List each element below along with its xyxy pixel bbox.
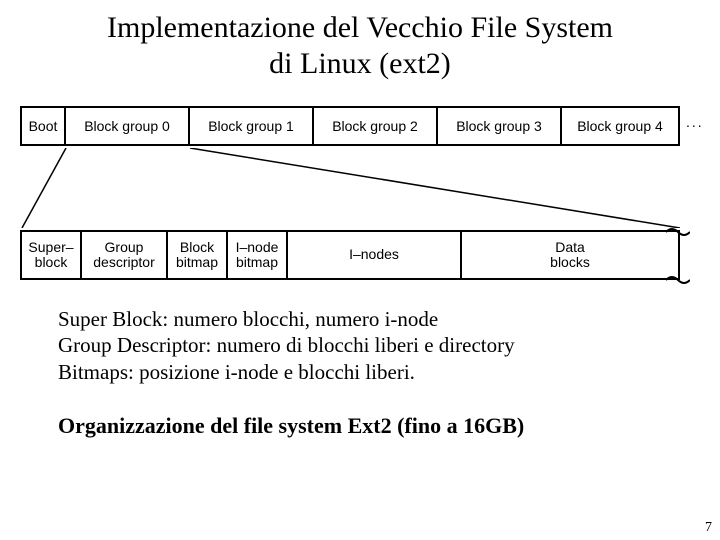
disk-layout-row: Boot Block group 0 Block group 1 Block g…	[20, 106, 680, 146]
cell-group-descriptor: Group descriptor	[82, 232, 168, 278]
cell-boot: Boot	[22, 108, 66, 144]
description-block: Super Block: numero blocchi, numero i-no…	[0, 306, 720, 385]
desc-line-1: Super Block: numero blocchi, numero i-no…	[58, 306, 720, 332]
block-group-detail-row: Super– block Group descriptor Block bitm…	[20, 230, 680, 280]
diagram: Boot Block group 0 Block group 1 Block g…	[10, 100, 710, 300]
title-line-2: di Linux (ext2)	[269, 47, 451, 80]
desc-line-3: Bitmaps: posizione i-node e blocchi libe…	[58, 359, 720, 385]
cell-block-group-3: Block group 3	[438, 108, 562, 144]
cell-inodes: I–nodes	[288, 232, 462, 278]
cell-data-blocks: Data blocks	[462, 232, 678, 278]
page-number: 7	[705, 520, 712, 536]
cell-block-bitmap: Block bitmap	[168, 232, 228, 278]
ellipsis-icon: ...	[686, 114, 704, 130]
cell-block-group-0: Block group 0	[66, 108, 190, 144]
slide-title: Implementazione del Vecchio File System …	[0, 0, 720, 82]
cell-super-block: Super– block	[22, 232, 82, 278]
desc-line-2: Group Descriptor: numero di blocchi libe…	[58, 332, 720, 358]
figure-caption: Organizzazione del file system Ext2 (fin…	[0, 413, 720, 439]
cell-block-group-2: Block group 2	[314, 108, 438, 144]
connector-lines	[10, 148, 710, 228]
cell-block-group-1: Block group 1	[190, 108, 314, 144]
cell-inode-bitmap: I–node bitmap	[228, 232, 288, 278]
cell-block-group-4: Block group 4	[562, 108, 678, 144]
title-line-1: Implementazione del Vecchio File System	[107, 11, 613, 44]
